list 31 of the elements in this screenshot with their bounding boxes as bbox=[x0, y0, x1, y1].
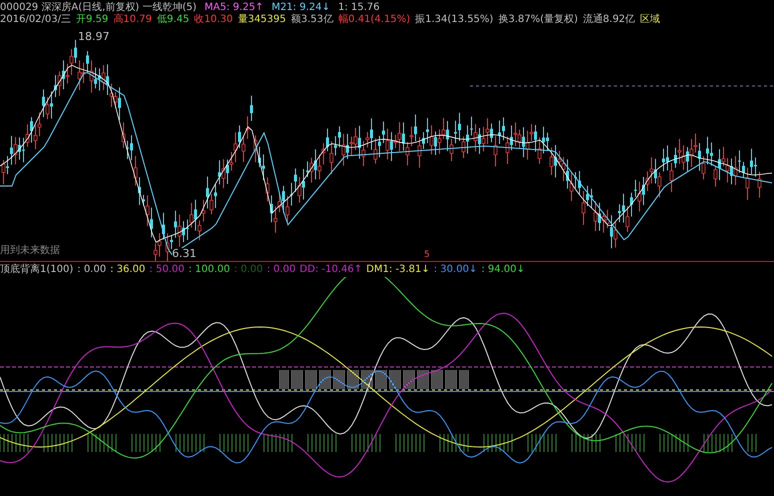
quote-value: 换3.87%(量复权) bbox=[498, 13, 578, 26]
quote-value: 高10.79 bbox=[113, 13, 152, 26]
signal-marker: 5 bbox=[424, 251, 430, 260]
quote-value: 振1.34(13.55%) bbox=[415, 13, 494, 26]
indicator-value: : 30.00↓ bbox=[434, 265, 478, 277]
indicator-value: DD: -10.46↑ bbox=[300, 265, 362, 277]
indicator-value: : 94.00↓ bbox=[481, 265, 525, 277]
indicator-value: : 36.00 bbox=[110, 265, 146, 277]
indicator-value: : 100.00 bbox=[188, 265, 230, 277]
indicator-value: : 0.00 bbox=[266, 265, 296, 277]
indicator-value: 顶底背离1(100) bbox=[0, 265, 74, 277]
quote-value: 低9.45 bbox=[156, 13, 190, 26]
quote-value: 额3.53亿 bbox=[291, 13, 334, 26]
quote-value: 流通8.92亿 bbox=[582, 13, 636, 26]
chart-title-text: 000029 深深房A(日线,前复权) 一线乾坤(5) bbox=[0, 1, 197, 13]
quote-value: 量345395 bbox=[238, 13, 286, 26]
low-price-label: 6.31 bbox=[172, 248, 196, 259]
indicator-value: DM1: -3.81↓ bbox=[366, 265, 430, 277]
chart-title-text: 1: 15.76 bbox=[338, 1, 380, 13]
quote-value: 幅0.41(4.15%) bbox=[338, 13, 410, 26]
quote-value: 2016/02/03/三 bbox=[0, 13, 72, 26]
future-data-note: 用到未来数据 bbox=[0, 246, 60, 256]
chart-title-text: M21: 9.24↓ bbox=[272, 1, 330, 13]
indicator-value: : 50.00 bbox=[149, 265, 184, 277]
quote-value: 开9.59 bbox=[76, 13, 108, 26]
indicator-value: : 0.00 bbox=[234, 265, 263, 277]
quote-value: 收10.30 bbox=[194, 13, 233, 26]
high-price-label: 18.97 bbox=[78, 31, 110, 42]
chart-title-text: MA5: 9.25↑ bbox=[204, 1, 264, 13]
indicator-value: : 0.00 bbox=[77, 265, 106, 277]
quote-value: 区域 bbox=[640, 13, 660, 26]
